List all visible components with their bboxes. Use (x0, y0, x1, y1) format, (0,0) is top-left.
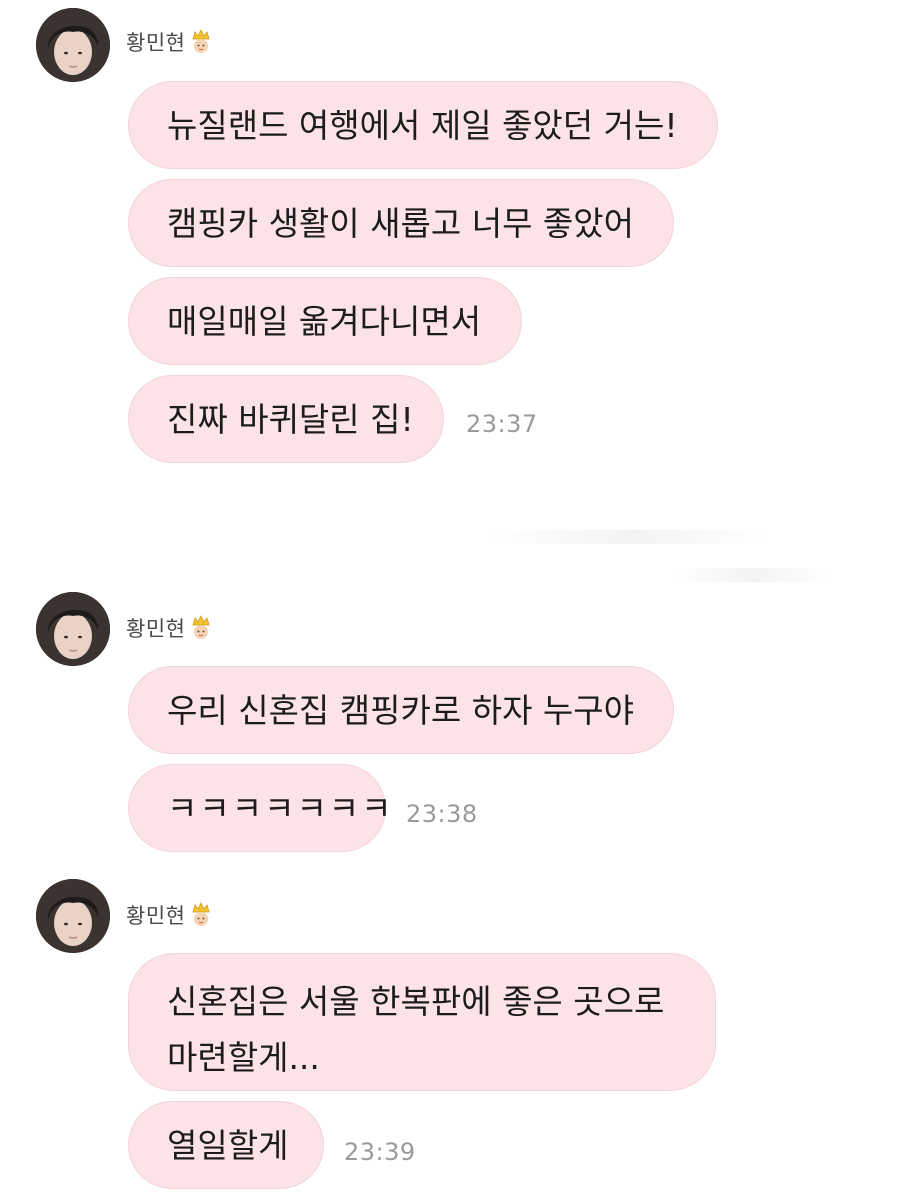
message-bubble[interactable]: 열일할게 (128, 1101, 324, 1189)
message-bubble[interactable]: ㅋㅋㅋㅋㅋㅋㅋ (128, 764, 392, 852)
message-bubble[interactable]: 진짜 바퀴달린 집! (128, 375, 444, 463)
message-bubble[interactable]: 캠핑카 생활이 새롭고 너무 좋았어 (128, 179, 674, 267)
message-bubble[interactable]: 뉴질랜드 여행에서 제일 좋았던 거는! (128, 81, 718, 169)
message-text: 매일매일 옮겨다니면서 (167, 302, 482, 341)
crown-face-icon (190, 29, 212, 55)
profile-photo-icon (36, 879, 110, 953)
background-smudge (490, 530, 770, 544)
message-text: ㅋㅋㅋㅋㅋㅋㅋ (167, 789, 394, 828)
timestamp: 23:39 (344, 1138, 416, 1166)
background-smudge (672, 568, 832, 582)
avatar[interactable] (36, 592, 110, 666)
sender-name: 황민현 (126, 31, 186, 55)
message-text: 열일할게 (167, 1126, 289, 1165)
message-text: 우리 신혼집 캠핑카로 하자 누구야 (167, 691, 634, 730)
crown-face-icon (190, 615, 212, 641)
sender-name: 황민현 (126, 904, 186, 928)
avatar[interactable] (36, 879, 110, 953)
message-text: 마련할게... (167, 1038, 320, 1077)
avatar[interactable] (36, 8, 110, 82)
timestamp: 23:37 (466, 410, 538, 438)
message-text: 진짜 바퀴달린 집! (167, 400, 414, 439)
message-text: 캠핑카 생활이 새롭고 너무 좋았어 (167, 204, 634, 243)
profile-photo-icon (36, 8, 110, 82)
timestamp: 23:38 (406, 800, 478, 828)
sender: 황민현 (126, 613, 212, 643)
sender: 황민현 (126, 27, 212, 57)
profile-photo-icon (36, 592, 110, 666)
message-text: 신혼집은 서울 한복판에 좋은 곳으로 (167, 982, 665, 1021)
message-bubble[interactable]: 우리 신혼집 캠핑카로 하자 누구야 (128, 666, 674, 754)
sender: 황민현 (126, 900, 212, 930)
message-text: 뉴질랜드 여행에서 제일 좋았던 거는! (167, 106, 678, 145)
crown-face-icon (190, 902, 212, 928)
message-bubble[interactable]: 신혼집은 서울 한복판에 좋은 곳으로 마련할게... (128, 953, 716, 1091)
message-bubble[interactable]: 매일매일 옮겨다니면서 (128, 277, 522, 365)
sender-name: 황민현 (126, 617, 186, 641)
